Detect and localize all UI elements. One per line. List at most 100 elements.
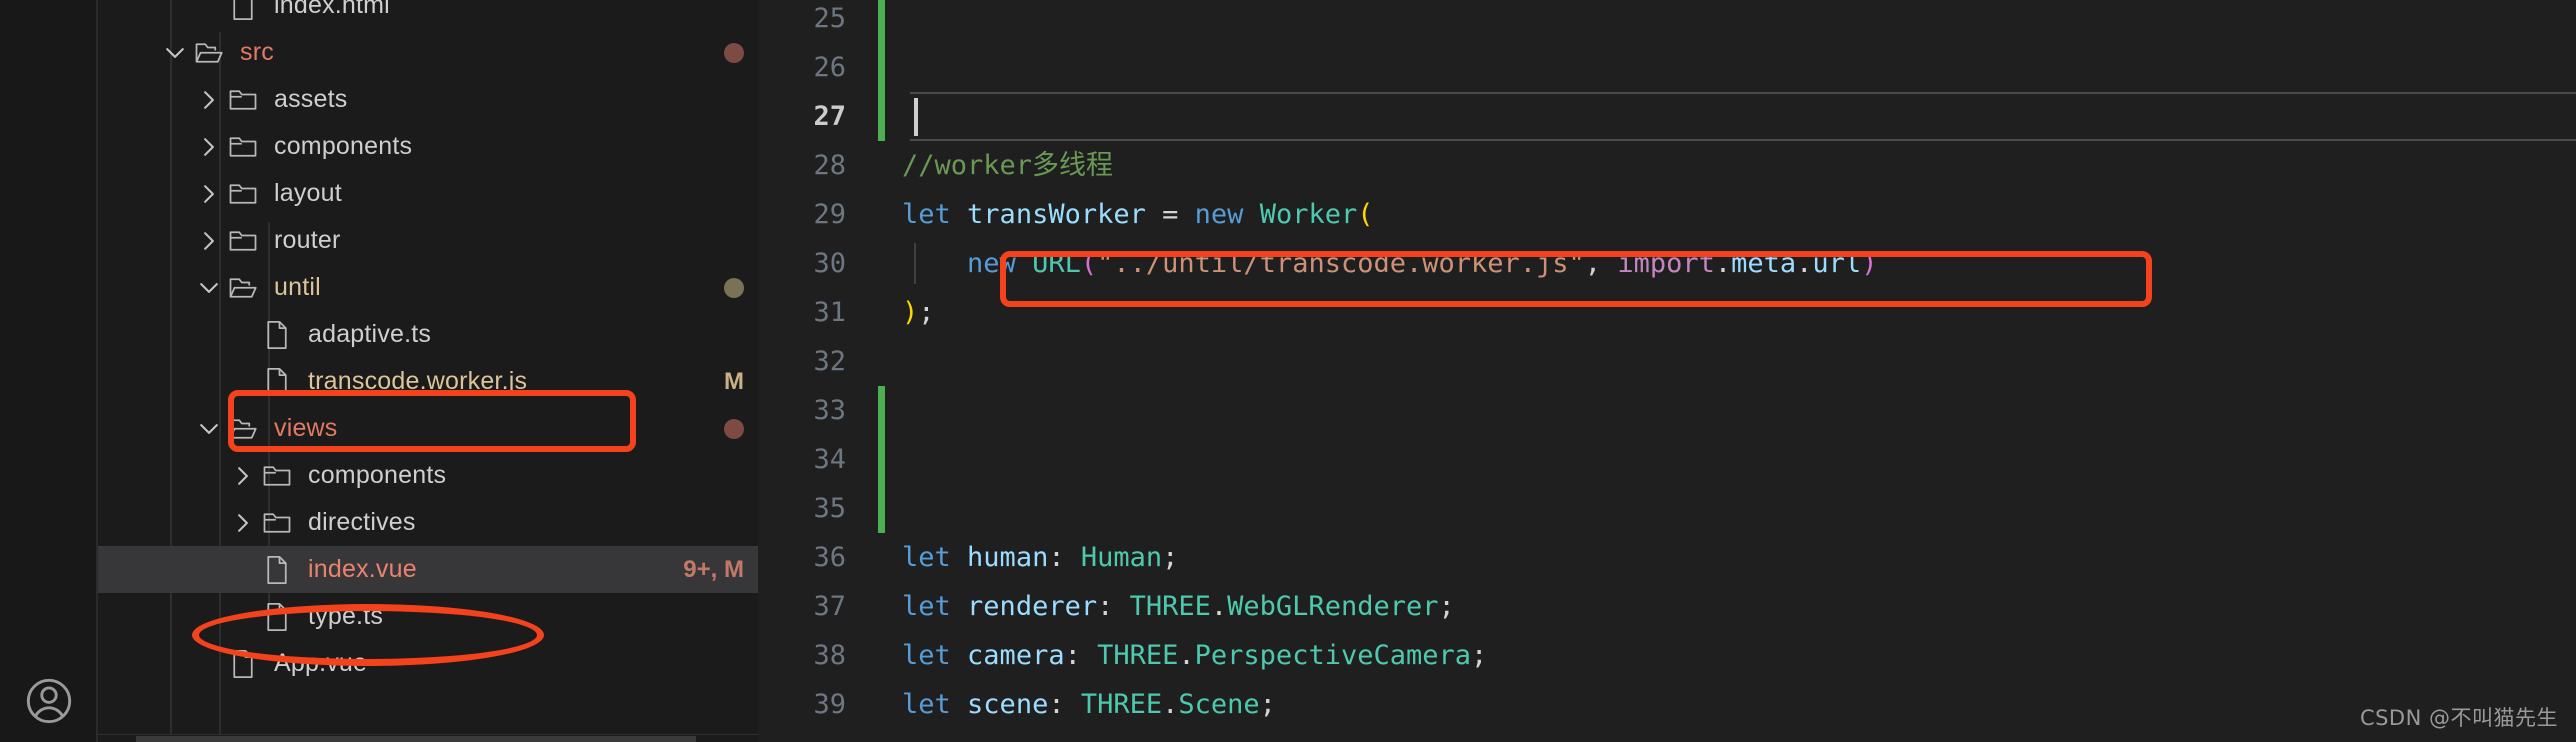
tree-item-label: router: [274, 226, 341, 254]
tree-folder-assets[interactable]: assets: [98, 76, 758, 123]
tree-item-label: index.vue: [308, 555, 417, 583]
code-line[interactable]: 39 let scene: THREE.Scene;: [758, 680, 2576, 729]
code-line[interactable]: 32: [758, 337, 2576, 386]
chevron-right-icon[interactable]: [192, 181, 226, 207]
indent-guide: [914, 243, 916, 284]
code-text: let transWorker = new Worker(: [902, 199, 1374, 230]
line-number: 35: [813, 493, 846, 524]
line-number: 29: [813, 199, 846, 230]
code-text: new URL("../until/transcode.worker.js", …: [967, 248, 1878, 279]
chevron-right-icon[interactable]: [192, 228, 226, 254]
text-cursor: [914, 98, 918, 136]
code-line[interactable]: 33: [758, 386, 2576, 435]
git-status-dot: [724, 42, 744, 63]
tree-item-label: index.html: [274, 0, 390, 19]
tree-folder-components[interactable]: components: [98, 123, 758, 170]
code-line[interactable]: 36 let human: Human;: [758, 533, 2576, 582]
tree-file-app-vue[interactable]: App.vue: [98, 640, 758, 687]
git-status-badge: M: [724, 367, 744, 395]
file-icon: [226, 0, 260, 21]
tree-folder-router[interactable]: router: [98, 217, 758, 264]
tree-item-label: type.ts: [308, 602, 384, 630]
line-number: 32: [813, 346, 846, 377]
code-line[interactable]: 25: [758, 0, 2576, 43]
chevron-right-icon[interactable]: [192, 134, 226, 160]
tree-folder-layout[interactable]: layout: [98, 170, 758, 217]
tree-item-label: directives: [308, 508, 416, 536]
chevron-down-icon[interactable]: [192, 416, 226, 442]
tree-folder-src[interactable]: src: [98, 29, 758, 76]
tree-file-transcode-worker-js[interactable]: transcode.worker.js M: [98, 358, 758, 405]
code-line[interactable]: 31);: [758, 288, 2576, 337]
line-number: 38: [813, 640, 846, 671]
tree-folder-views[interactable]: views: [98, 405, 758, 452]
code-line[interactable]: 28 //worker多线程: [758, 141, 2576, 190]
folder-icon: [226, 227, 260, 255]
vscode-window: index.html src assets components layout route…: [0, 0, 2576, 742]
code-text: let human: Human;: [902, 542, 1179, 573]
tree-file-type-ts[interactable]: type.ts: [98, 593, 758, 640]
scrollbar-thumb[interactable]: [136, 736, 696, 742]
code-line-container[interactable]: 25 26 27 28 //worker多线程 29 let transWorker = n…: [758, 0, 2576, 729]
tree-item-label: adaptive.ts: [308, 320, 432, 348]
line-number: 34: [813, 444, 846, 475]
code-line[interactable]: 35: [758, 484, 2576, 533]
code-text: //worker多线程: [902, 150, 1114, 181]
git-added-gutter-marker: [878, 0, 885, 43]
line-number: 37: [813, 591, 846, 622]
explorer-sidebar[interactable]: index.html src assets components layout route…: [98, 0, 758, 742]
git-added-gutter-marker: [878, 435, 885, 484]
tree-folder-directives[interactable]: directives: [98, 499, 758, 546]
git-status-badge: 9+, M: [683, 555, 744, 583]
git-added-gutter-marker: [878, 386, 885, 435]
code-text: let scene: THREE.Scene;: [902, 689, 1276, 720]
folder-icon: [260, 509, 294, 537]
line-number: 26: [813, 52, 846, 83]
folder-icon: [226, 133, 260, 161]
line-number: 30: [813, 248, 846, 279]
chevron-right-icon[interactable]: [226, 510, 260, 536]
line-number: 28: [813, 150, 846, 181]
tree-item-label: components: [274, 132, 413, 160]
tree-file-adaptive-ts[interactable]: adaptive.ts: [98, 311, 758, 358]
line-number: 36: [813, 542, 846, 573]
folder-open-icon: [226, 274, 260, 302]
code-text: );: [902, 297, 935, 328]
tree-item-label: layout: [274, 179, 342, 207]
tree-item-label: App.vue: [274, 649, 368, 677]
git-added-gutter-marker: [878, 43, 885, 92]
activity-bar: [0, 0, 98, 742]
code-line[interactable]: 30 new URL("../until/transcode.worker.js…: [758, 239, 2576, 288]
folder-open-icon: [192, 39, 226, 67]
tree-file-index-vue[interactable]: index.vue 9+, M: [98, 546, 758, 593]
line-number: 39: [813, 689, 846, 720]
chevron-right-icon[interactable]: [226, 463, 260, 489]
file-icon: [260, 367, 294, 397]
code-line[interactable]: 29 let transWorker = new Worker(: [758, 190, 2576, 239]
file-tree[interactable]: index.html src assets components layout route…: [98, 0, 758, 687]
line-number: 33: [813, 395, 846, 426]
folder-icon: [226, 180, 260, 208]
tree-file-index-html[interactable]: index.html: [98, 0, 758, 29]
chevron-right-icon[interactable]: [192, 87, 226, 113]
account-icon[interactable]: [22, 674, 76, 728]
chevron-down-icon[interactable]: [158, 40, 192, 66]
git-status-dot: [724, 277, 744, 298]
code-editor[interactable]: 25 26 27 28 //worker多线程 29 let transWorker = n…: [758, 0, 2576, 742]
tree-folder-components[interactable]: components: [98, 452, 758, 499]
chevron-down-icon[interactable]: [192, 275, 226, 301]
code-line[interactable]: 26: [758, 43, 2576, 92]
tree-folder-until[interactable]: until: [98, 264, 758, 311]
code-line[interactable]: 34: [758, 435, 2576, 484]
code-line[interactable]: 38 let camera: THREE.PerspectiveCamera;: [758, 631, 2576, 680]
active-line-highlight: [910, 92, 2576, 141]
sidebar-horizontal-scrollbar[interactable]: [98, 734, 758, 742]
code-line[interactable]: 27: [758, 92, 2576, 141]
line-number: 25: [813, 3, 846, 34]
watermark: CSDN @不叫猫先生: [2359, 706, 2558, 730]
file-icon: [226, 649, 260, 679]
code-line[interactable]: 37 let renderer: THREE.WebGLRenderer;: [758, 582, 2576, 631]
tree-item-label: until: [274, 273, 321, 301]
activity-bar-bottom-group: [0, 674, 98, 728]
file-icon: [260, 602, 294, 632]
